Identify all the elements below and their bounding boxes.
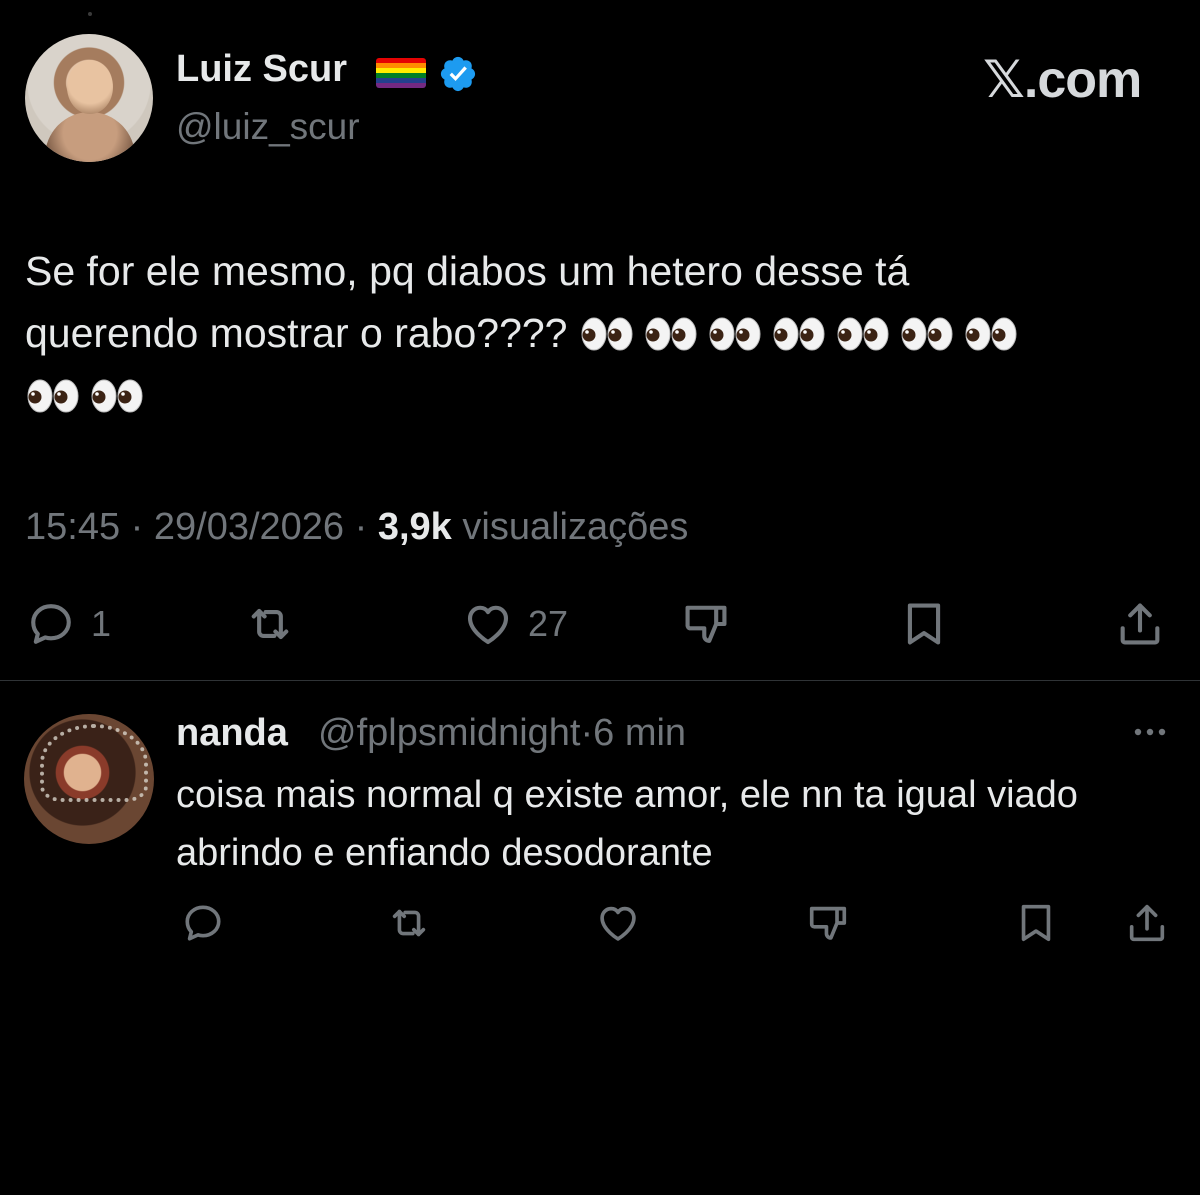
- reply-downvote-button[interactable]: [805, 898, 851, 948]
- eyes-emoji-icon: [837, 317, 889, 351]
- reply-bookmark-button[interactable]: [1013, 898, 1059, 948]
- views-label: visualizações: [462, 506, 689, 548]
- verified-badge-icon: [440, 56, 476, 92]
- reply-reply-button[interactable]: [180, 898, 226, 948]
- tweet-text-line2: querendo mostrar o rabo????: [25, 310, 568, 356]
- tweet-meta: 15:45 · 29/03/2026 · 3,9k visualizações: [25, 506, 688, 549]
- thumbs-down-icon: [809, 906, 847, 940]
- eyes-emoji-icon: [27, 379, 79, 413]
- author-avatar[interactable]: [25, 34, 153, 162]
- retweet-button[interactable]: [244, 594, 296, 654]
- top-indicator-dot: [88, 12, 92, 16]
- eyes-emoji-icon: [901, 317, 953, 351]
- eyes-emoji-icon: [965, 317, 1017, 351]
- tweet-date[interactable]: 29/03/2026: [154, 506, 344, 548]
- bookmark-button[interactable]: [898, 594, 950, 654]
- reply-handle[interactable]: @fplpsmidnight: [318, 712, 580, 754]
- reply-time[interactable]: 6 min: [593, 712, 686, 754]
- retweet-icon: [392, 909, 426, 937]
- bookmark-icon: [907, 603, 941, 645]
- heart-icon: [600, 906, 636, 941]
- reply-display-name[interactable]: nanda: [176, 712, 288, 755]
- meta-separator: ·: [354, 506, 368, 548]
- reply-meta: @fplpsmidnight·6 min: [318, 712, 686, 755]
- eyes-emoji-icon: [91, 379, 143, 413]
- x-com-logo: 𝕏.com: [983, 51, 1142, 109]
- tweet-text-line1: Se for ele mesmo, pq diabos um hetero de…: [25, 248, 910, 294]
- like-count: 27: [528, 603, 569, 644]
- reply-text: coisa mais normal q existe amor, ele nn …: [176, 774, 1078, 874]
- eyes-emoji-icon: [645, 317, 697, 351]
- reply-author-avatar[interactable]: [24, 714, 154, 844]
- bookmark-icon: [1021, 904, 1051, 942]
- tweet-text: Se for ele mesmo, pq diabos um hetero de…: [25, 240, 1175, 426]
- author-display-name[interactable]: Luiz Scur: [176, 48, 347, 91]
- downvote-button[interactable]: [680, 594, 732, 654]
- like-button[interactable]: 27: [462, 594, 568, 654]
- avatar-head: [67, 60, 113, 114]
- thumbs-down-icon: [685, 605, 727, 643]
- reply-icon: [185, 905, 221, 941]
- tweet-time[interactable]: 15:45: [25, 506, 120, 548]
- avatar-headpiece: [40, 724, 148, 802]
- reply-like-button[interactable]: [595, 898, 641, 948]
- avatar-body: [45, 112, 135, 162]
- tweet-divider: [0, 680, 1200, 681]
- reply-icon: [31, 604, 71, 644]
- meta-separator: ·: [130, 506, 144, 548]
- eyes-emoji-icon: [709, 317, 761, 351]
- eyes-emoji-icon: [581, 317, 633, 351]
- reply-share-button[interactable]: [1124, 898, 1170, 948]
- rainbow-flag-icon: [376, 58, 426, 88]
- share-icon: [1129, 904, 1165, 942]
- reply-count: 1: [91, 603, 112, 644]
- heart-icon: [467, 605, 509, 645]
- share-button[interactable]: [1114, 594, 1166, 654]
- views-count: 3,9k: [377, 506, 452, 548]
- reply-retweet-button[interactable]: [386, 898, 432, 948]
- author-handle[interactable]: @luiz_scur: [176, 106, 360, 148]
- share-icon: [1120, 603, 1160, 645]
- more-options-icon[interactable]: [1130, 722, 1170, 742]
- eyes-emoji-group: [579, 310, 1027, 356]
- meta-separator: ·: [580, 712, 594, 754]
- eyes-emoji-icon: [773, 317, 825, 351]
- reply-button[interactable]: 1: [25, 594, 111, 654]
- eyes-emoji-group: [25, 372, 153, 418]
- retweet-icon: [251, 608, 289, 640]
